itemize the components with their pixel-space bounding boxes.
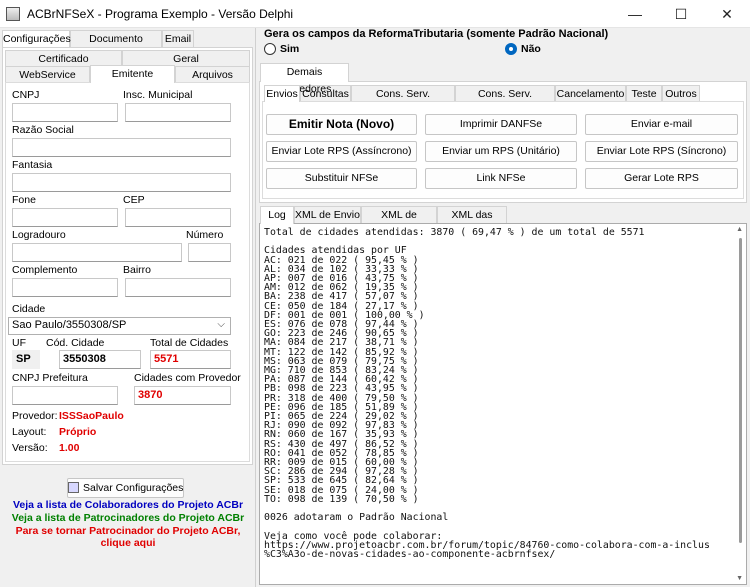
layout-label: Layout: — [12, 426, 47, 438]
colaboradores-link[interactable]: Veja a lista de Colaboradores do Projeto… — [0, 499, 256, 511]
reforma-tributaria-title: Gera os campos da ReformaTributaria (som… — [264, 28, 609, 40]
tab-email[interactable]: Email — [162, 30, 194, 47]
tab-xml-envio[interactable]: XML de Envio — [294, 206, 361, 223]
cnpj-prefeitura-field[interactable] — [12, 386, 118, 405]
clique-aqui-link[interactable]: clique aqui — [0, 537, 256, 549]
save-icon — [68, 482, 79, 493]
versao-label: Versão: — [12, 442, 48, 454]
uf-field: SP — [12, 350, 40, 369]
tab-emitente[interactable]: Emitente — [90, 65, 175, 83]
substituir-nfse-button[interactable]: Substituir NFSe — [266, 168, 417, 189]
enviar-um-rps-button[interactable]: Enviar um RPS (Unitário) — [425, 141, 577, 162]
bairro-field[interactable] — [125, 278, 231, 297]
provedor-value: ISSSaoPaulo — [59, 410, 124, 422]
tab-xml-notas[interactable]: XML das Notas — [437, 206, 507, 237]
tab-documento-auxiliar[interactable]: Documento Auxiliar — [70, 30, 162, 61]
tab-envios[interactable]: Envios — [264, 85, 300, 102]
app-icon — [6, 7, 20, 21]
logradouro-field[interactable] — [12, 243, 182, 262]
title-bar: ACBrNFSeX - Programa Exemplo - Versão De… — [0, 0, 750, 28]
cnpj-label: CNPJ — [12, 89, 40, 101]
tab-cons-serv-prestados[interactable]: Cons. Serv. Prestados — [351, 85, 455, 116]
fone-field[interactable] — [12, 208, 118, 227]
enviar-lote-rps-sincrono-button[interactable]: Enviar Lote RPS (Síncrono) — [585, 141, 738, 162]
radio-nao-label[interactable]: Não — [521, 43, 541, 55]
cod-cidade-label: Cód. Cidade — [46, 337, 105, 349]
enviar-lote-rps-assincrono-button[interactable]: Enviar Lote RPS (Assíncrono) — [266, 141, 417, 162]
tab-cancelamento[interactable]: Cancelamento — [555, 85, 626, 102]
maximize-button[interactable]: ☐ — [658, 0, 704, 28]
cidades-provedor-label: Cidades com Provedor — [134, 372, 241, 384]
razao-social-field[interactable] — [12, 138, 231, 157]
provedor-label: Provedor: — [12, 410, 58, 422]
versao-value: 1.00 — [59, 442, 80, 454]
emitir-nota-button[interactable]: Emitir Nota (Novo) — [266, 114, 417, 135]
uf-label: UF — [12, 337, 26, 349]
tab-xml-retorno[interactable]: XML de Retorno — [361, 206, 437, 237]
insc-municipal-field[interactable] — [125, 103, 231, 122]
chevron-down-icon: ⌵ — [217, 319, 225, 330]
cidade-combobox[interactable]: Sao Paulo/3550308/SP ⌵ — [8, 317, 231, 335]
cep-label: CEP — [123, 194, 145, 206]
cidade-value: Sao Paulo/3550308/SP — [12, 319, 127, 331]
cnpj-prefeitura-label: CNPJ Prefeitura — [12, 372, 88, 384]
log-memo[interactable]: Total de cidades atendidas: 3870 ( 69,47… — [259, 223, 747, 585]
fantasia-field[interactable] — [12, 173, 231, 192]
tab-cons-serv-tomados[interactable]: Cons. Serv. Tomados — [455, 85, 555, 116]
config-panel: Configurações Documento Auxiliar Email C… — [0, 28, 256, 587]
enviar-email-button[interactable]: Enviar e-mail — [585, 114, 738, 135]
salvar-configuracoes-button[interactable]: Salvar Configurações — [67, 478, 184, 498]
cod-cidade-field[interactable]: 3550308 — [59, 350, 141, 369]
tab-teste[interactable]: Teste — [626, 85, 662, 102]
numero-field[interactable] — [188, 243, 231, 262]
salvar-configuracoes-label: Salvar Configurações — [83, 482, 184, 494]
radio-sim-label[interactable]: Sim — [280, 43, 299, 55]
complemento-label: Complemento — [12, 264, 78, 276]
razao-social-label: Razão Social — [12, 124, 74, 136]
cidades-provedor-field[interactable]: 3870 — [134, 386, 231, 405]
cnpj-field[interactable] — [12, 103, 118, 122]
close-button[interactable]: ✕ — [704, 0, 750, 28]
tab-webservice[interactable]: WebService — [5, 66, 90, 83]
layout-value: Próprio — [59, 426, 97, 438]
log-scrollbar[interactable]: ▲ ▼ — [732, 224, 746, 584]
scroll-thumb[interactable] — [739, 238, 742, 543]
patrocinadores-link[interactable]: Veja a lista de Patrocinadores do Projet… — [0, 512, 256, 524]
complemento-field[interactable] — [12, 278, 118, 297]
tab-log[interactable]: Log — [260, 206, 294, 224]
scroll-down-icon[interactable]: ▼ — [736, 575, 743, 582]
minimize-button[interactable]: — — [612, 0, 658, 28]
insc-municipal-label: Insc. Municipal — [123, 89, 193, 101]
log-text: Total de cidades atendidas: 3870 ( 69,47… — [264, 227, 710, 561]
radio-sim[interactable] — [264, 43, 276, 55]
tab-configuracoes[interactable]: Configurações — [2, 30, 71, 47]
imprimir-danfse-button[interactable]: Imprimir DANFSe — [425, 114, 577, 135]
link-nfse-button[interactable]: Link NFSe — [425, 168, 577, 189]
total-cidades-label: Total de Cidades — [150, 337, 229, 349]
numero-label: Número — [186, 229, 224, 241]
gerar-lote-rps-button[interactable]: Gerar Lote RPS — [585, 168, 738, 189]
scroll-up-icon[interactable]: ▲ — [736, 226, 743, 233]
tab-outros[interactable]: Outros — [662, 85, 700, 102]
fantasia-label: Fantasia — [12, 159, 53, 171]
bairro-label: Bairro — [123, 264, 152, 276]
fone-label: Fone — [12, 194, 36, 206]
window-title: ACBrNFSeX - Programa Exemplo - Versão De… — [27, 7, 294, 21]
cep-field[interactable] — [125, 208, 231, 227]
logradouro-label: Logradouro — [12, 229, 66, 241]
tornar-patrocinador-link[interactable]: Para se tornar Patrocinador do Projeto A… — [0, 525, 256, 537]
radio-nao[interactable] — [505, 43, 517, 55]
total-cidades-field[interactable]: 5571 — [150, 350, 231, 369]
cidade-label: Cidade — [12, 303, 46, 315]
tab-arquivos[interactable]: Arquivos — [175, 66, 250, 83]
tab-demais-provedores[interactable]: Demais Provedores — [260, 63, 349, 95]
